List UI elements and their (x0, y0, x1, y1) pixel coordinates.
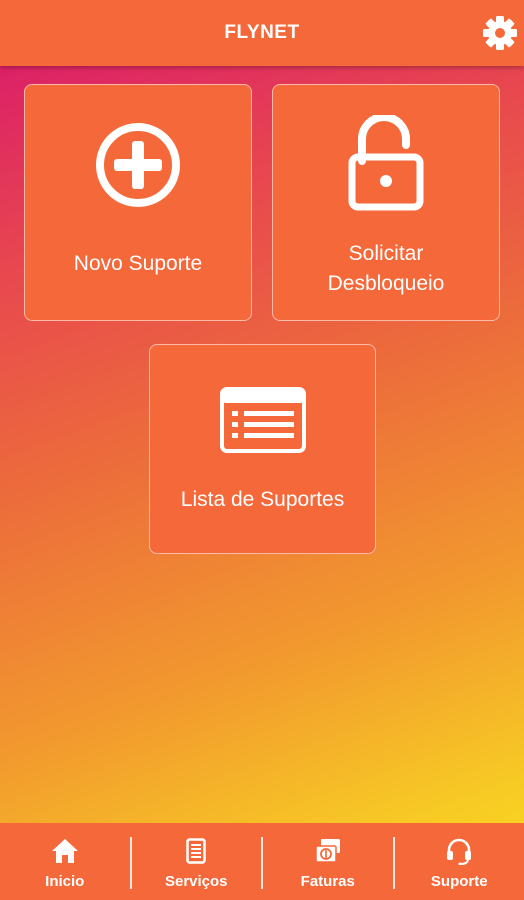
app-title: FLYNET (224, 22, 300, 43)
app-header: FLYNET (0, 0, 524, 66)
nav-item-servicos[interactable]: Serviços (132, 823, 262, 900)
home-icon (51, 837, 79, 865)
nav-label-inicio: Inicio (45, 873, 85, 890)
nav-item-suporte[interactable]: Suporte (395, 823, 524, 900)
nav-label-faturas: Faturas (300, 873, 355, 890)
gear-icon[interactable] (482, 15, 518, 51)
solicitar-desbloqueio-label: Solicitar Desbloqueio (327, 242, 445, 295)
document-icon (186, 837, 206, 865)
plus-circle-icon (94, 121, 182, 209)
nav-item-faturas[interactable]: Faturas (263, 823, 393, 900)
nav-label-suporte: Suporte (430, 873, 488, 890)
lista-de-suportes-tile[interactable]: Lista de Suportes (149, 344, 376, 554)
headset-icon (445, 837, 473, 865)
novo-suporte-label: Novo Suporte (73, 252, 203, 275)
nav-item-inicio[interactable]: Inicio (0, 823, 130, 900)
lista-de-suportes-label: Lista de Suportes (180, 488, 345, 511)
money-icon (314, 837, 342, 865)
novo-suporte-tile[interactable]: Novo Suporte (24, 84, 252, 321)
solicitar-desbloqueio-tile[interactable]: Solicitar Desbloqueio (272, 84, 500, 321)
nav-label-servicos: Serviços (164, 873, 228, 890)
bottom-navigation: Inicio Serviços Faturas Suporte (0, 823, 524, 900)
unlocked-padlock-icon (346, 115, 426, 211)
list-card-icon (219, 387, 306, 453)
